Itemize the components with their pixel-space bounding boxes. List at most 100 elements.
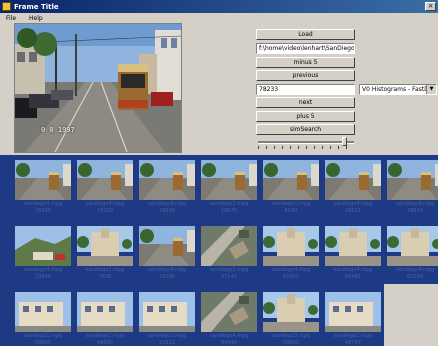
result-image[interactable] bbox=[15, 226, 71, 266]
result-frame-number: 19576 bbox=[221, 208, 237, 214]
result-filename: sandiego1.mpg bbox=[23, 333, 63, 339]
feature-select[interactable]: V0 Histograms - FastDist ▼ bbox=[359, 84, 437, 95]
result-thumbnail[interactable]: sandiego4.mpg 81057 bbox=[263, 226, 319, 280]
result-filename: sandiego4.mpg bbox=[85, 201, 125, 207]
result-filename: sandiego4.mpg bbox=[333, 267, 373, 273]
result-thumbnail[interactable]: sandiego1.mpg 6580 bbox=[263, 160, 319, 214]
result-image[interactable] bbox=[77, 292, 133, 332]
result-filename: sandiego1.mpg bbox=[85, 267, 125, 273]
result-thumbnail[interactable]: sandiego4.mpg 78614 bbox=[387, 160, 438, 214]
preview-frame-image bbox=[15, 24, 181, 152]
result-thumbnail[interactable]: sandiego4.mpg 25031 bbox=[325, 160, 381, 214]
result-thumbnail[interactable]: sandiego4.mpg 78180 bbox=[15, 160, 71, 214]
result-image[interactable] bbox=[201, 160, 257, 200]
plus-5-button[interactable]: plus 5 bbox=[256, 111, 355, 122]
video-preview: 0 0 1997 bbox=[14, 23, 182, 153]
result-thumbnail[interactable]: sandiego4.mpg 80940 bbox=[201, 292, 257, 346]
result-frame-number: 48680 bbox=[97, 340, 113, 346]
result-image[interactable] bbox=[77, 226, 133, 266]
result-filename: sandiego1.mpg bbox=[333, 333, 373, 339]
result-thumbnail[interactable]: sandiego4.mpg 81481 bbox=[325, 226, 381, 280]
result-filename: sandiego1.mpg bbox=[147, 333, 187, 339]
sim-search-button[interactable]: simSearch bbox=[256, 124, 355, 135]
result-image[interactable] bbox=[15, 292, 71, 332]
result-thumbnail[interactable]: sandiego4.mpg 79608 bbox=[139, 160, 195, 214]
result-frame-number: 23644 bbox=[35, 274, 51, 280]
result-image[interactable] bbox=[325, 292, 381, 332]
result-thumbnail[interactable]: sandiego1.mpg 21511 bbox=[139, 292, 195, 346]
title-bar: Frame Title × bbox=[0, 0, 438, 13]
file-path-input[interactable]: f:\home\video\lenhart\SanDiego4.mpg bbox=[256, 43, 355, 54]
frame-slider-track[interactable] bbox=[258, 141, 354, 144]
result-image[interactable] bbox=[139, 160, 195, 200]
result-image[interactable] bbox=[201, 226, 257, 266]
result-thumbnail[interactable]: sandiego4.mpg 79005 bbox=[139, 226, 195, 280]
result-filename: sandiego4.mpg bbox=[147, 267, 187, 273]
menu-help[interactable]: Help bbox=[23, 15, 50, 22]
window-title: Frame Title bbox=[14, 2, 59, 11]
previous-button[interactable]: previous bbox=[256, 70, 355, 81]
result-thumbnail[interactable]: sandiego3.mpg 20880 bbox=[263, 292, 319, 346]
panel-filler bbox=[384, 284, 438, 346]
result-filename: sandiego3.mpg bbox=[271, 333, 311, 339]
result-frame-number: 79005 bbox=[159, 274, 175, 280]
result-frame-number: 78180 bbox=[35, 208, 51, 214]
result-frame-number: 37143 bbox=[221, 274, 237, 280]
result-thumbnail[interactable]: sandiego4.mpg 81058 bbox=[387, 226, 438, 280]
result-image[interactable] bbox=[139, 292, 195, 332]
result-image[interactable] bbox=[201, 292, 257, 332]
menu-file[interactable]: File bbox=[0, 15, 23, 22]
result-filename: sandiego4.mpg bbox=[147, 201, 187, 207]
result-frame-number: 80940 bbox=[221, 340, 237, 346]
result-frame-number: 81481 bbox=[345, 274, 361, 280]
result-image[interactable] bbox=[263, 160, 319, 200]
result-image[interactable] bbox=[139, 226, 195, 266]
frame-slider-thumb[interactable] bbox=[342, 137, 347, 146]
result-filename: sandiego4.mpg bbox=[23, 267, 63, 273]
result-frame-number: 48767 bbox=[345, 340, 361, 346]
load-button[interactable]: Load bbox=[256, 29, 355, 40]
result-frame-number: 81058 bbox=[407, 274, 423, 280]
frame-number-input[interactable]: 78233 bbox=[256, 84, 355, 95]
result-image[interactable] bbox=[387, 226, 438, 266]
result-image[interactable] bbox=[15, 160, 71, 200]
result-image[interactable] bbox=[263, 226, 319, 266]
result-filename: sandiego1.mpg bbox=[85, 333, 125, 339]
result-thumbnail[interactable]: sandiego1.mpg 20885 bbox=[15, 292, 71, 346]
result-filename: sandiego4.mpg bbox=[333, 201, 373, 207]
result-frame-number: 79608 bbox=[159, 208, 175, 214]
result-frame-number: 78614 bbox=[407, 208, 423, 214]
result-image[interactable] bbox=[263, 292, 319, 332]
chevron-down-icon[interactable]: ▼ bbox=[426, 85, 436, 94]
result-image[interactable] bbox=[77, 160, 133, 200]
result-filename: sandiego4.mpg bbox=[395, 201, 435, 207]
result-thumbnail[interactable]: sandiego1.mpg 48680 bbox=[77, 292, 133, 346]
result-frame-number: 6580 bbox=[284, 208, 298, 214]
result-filename: sandiego2.mpg bbox=[209, 267, 249, 273]
result-thumbnail[interactable]: sandiego4.mpg 23644 bbox=[15, 226, 71, 280]
result-frame-number: 20885 bbox=[35, 340, 51, 346]
result-thumbnail[interactable]: sandiego4.mpg 78150 bbox=[77, 160, 133, 214]
result-frame-number: 20880 bbox=[283, 340, 299, 346]
result-frame-number: 21511 bbox=[159, 340, 175, 346]
minus-5-button[interactable]: minus 5 bbox=[256, 57, 355, 68]
result-filename: sandiego4.mpg bbox=[23, 201, 63, 207]
result-image[interactable] bbox=[325, 226, 381, 266]
result-thumbnail[interactable]: sandiego2.mpg 19576 bbox=[201, 160, 257, 214]
result-thumbnail[interactable]: sandiego2.mpg 37143 bbox=[201, 226, 257, 280]
app-icon bbox=[2, 2, 11, 11]
result-image[interactable] bbox=[387, 160, 438, 200]
result-thumbnail[interactable]: sandiego1.mpg 48767 bbox=[325, 292, 381, 346]
result-image[interactable] bbox=[325, 160, 381, 200]
next-button[interactable]: next bbox=[256, 97, 355, 108]
result-frame-number: 25031 bbox=[345, 208, 361, 214]
result-filename: sandiego2.mpg bbox=[209, 201, 249, 207]
close-button[interactable]: × bbox=[425, 2, 436, 11]
feature-select-value: V0 Histograms - FastDist bbox=[362, 86, 436, 93]
preview-timecode: 0 0 1997 bbox=[41, 126, 75, 134]
result-frame-number: 7828 bbox=[98, 274, 112, 280]
frame-slider-ticks bbox=[258, 146, 354, 149]
menu-bar: File Help bbox=[0, 13, 438, 23]
result-thumbnail[interactable]: sandiego1.mpg 7828 bbox=[77, 226, 133, 280]
result-filename: sandiego4.mpg bbox=[395, 267, 435, 273]
